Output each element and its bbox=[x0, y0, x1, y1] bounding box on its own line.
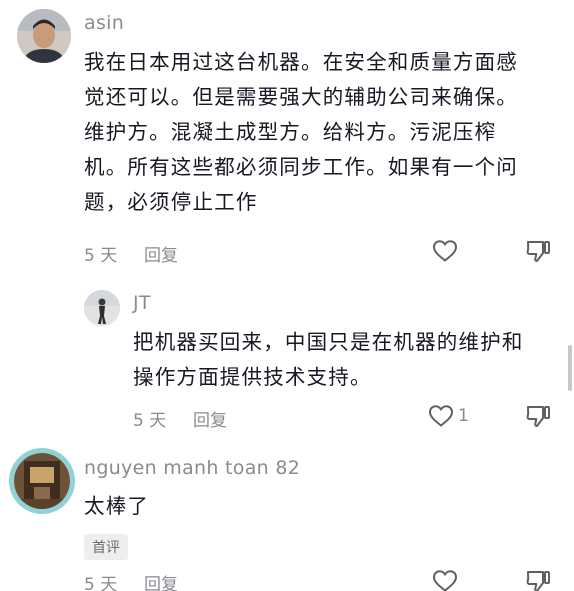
avatar-photo-icon bbox=[17, 9, 71, 63]
heart-outline-icon bbox=[432, 240, 458, 262]
like-button[interactable] bbox=[430, 236, 460, 266]
avatar-room-icon bbox=[14, 453, 70, 509]
reply-button[interactable]: 回复 bbox=[193, 406, 227, 431]
comment-text: 把机器买回来，中国只是在机器的维护和 操作方面提供技术支持。 bbox=[133, 330, 524, 389]
thumbs-down-icon bbox=[526, 571, 550, 591]
reply-button[interactable]: 回复 bbox=[144, 570, 178, 591]
avatar[interactable] bbox=[9, 448, 75, 514]
dislike-button[interactable] bbox=[523, 236, 553, 266]
comment-username[interactable]: JT bbox=[133, 292, 151, 314]
dislike-button[interactable] bbox=[523, 566, 553, 591]
thumbs-down-icon bbox=[526, 241, 550, 262]
comment-username[interactable]: nguyen manh toan 82 bbox=[84, 457, 300, 479]
like-count: 1 bbox=[458, 406, 469, 426]
avatar[interactable] bbox=[17, 9, 71, 63]
heart-outline-icon bbox=[428, 405, 454, 427]
comment-list: asin 我在日本用过这台机器。在安全和质量方面感 觉还可以。但是需要强大的辅助… bbox=[0, 0, 574, 591]
like-button[interactable] bbox=[426, 401, 456, 431]
dislike-button[interactable] bbox=[523, 401, 553, 431]
comment-time: 5 天 bbox=[84, 246, 118, 266]
like-button[interactable] bbox=[430, 566, 460, 591]
reply-button[interactable]: 回复 bbox=[144, 241, 178, 266]
scrollbar[interactable] bbox=[568, 345, 572, 391]
first-comment-badge: 首评 bbox=[84, 534, 128, 560]
comment-text: 太棒了 bbox=[84, 494, 150, 518]
comment-time: 5 天 bbox=[133, 411, 167, 431]
avatar-inner bbox=[14, 453, 70, 509]
comment-time: 5 天 bbox=[84, 575, 118, 591]
comment-text: 我在日本用过这台机器。在安全和质量方面感 觉还可以。但是需要强大的辅助公司来确保… bbox=[84, 50, 518, 214]
avatar-figure-icon bbox=[84, 290, 120, 326]
thumbs-down-icon bbox=[526, 406, 550, 427]
heart-outline-icon bbox=[432, 570, 458, 591]
comment-username[interactable]: asin bbox=[84, 12, 124, 34]
avatar[interactable] bbox=[84, 290, 120, 326]
